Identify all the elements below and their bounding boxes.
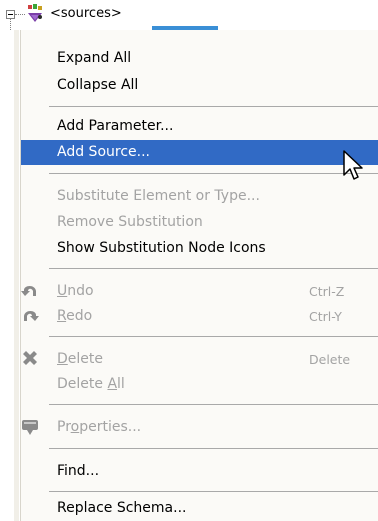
menu-item-label: Collapse All [57,77,139,93]
menu-item-label: Expand All [57,50,132,66]
menu-separator [49,336,378,337]
collapse-toggle-icon[interactable] [6,10,15,19]
properties-icon [22,420,38,435]
schema-sources-icon [28,4,42,22]
delete-x-icon [23,351,37,365]
menu-item-label: Delete All [57,376,125,392]
menu-separator [49,268,378,269]
menu-item-undo[interactable]: Undo Ctrl-Z [21,279,378,304]
context-menu: Expand All Collapse All Add Parameter...… [20,30,378,521]
menu-separator [49,404,378,405]
menu-item-properties[interactable]: Properties... [21,415,378,440]
menu-separator [49,106,378,107]
redo-arrow-icon [24,311,39,321]
menu-item-collapse-all[interactable]: Collapse All [21,73,378,98]
tree-node-sources[interactable]: <sources> [0,0,378,31]
menu-item-shortcut: Ctrl-Y [309,309,342,324]
menu-item-expand-all[interactable]: Expand All [21,46,378,71]
menu-item-show-substitution-icons[interactable]: Show Substitution Node Icons [21,236,378,261]
menu-item-substitute[interactable]: Substitute Element or Type... [21,184,378,209]
menu-item-find[interactable]: Find... [21,459,378,484]
mouse-pointer-icon [343,150,363,180]
menu-item-label: Undo [57,283,94,299]
menu-item-replace-schema[interactable]: Replace Schema... [21,496,378,521]
menu-item-label: Add Parameter... [57,118,174,134]
tree-gutter [14,30,19,521]
menu-item-label: Add Source... [57,144,150,160]
menu-item-remove-substitution[interactable]: Remove Substitution [21,210,378,235]
menu-item-label: Delete [57,351,103,367]
menu-separator [49,491,378,492]
menu-item-add-parameter[interactable]: Add Parameter... [21,114,378,139]
menu-item-label: Find... [57,463,100,479]
menu-item-shortcut: Delete [309,352,351,367]
menu-item-label: Remove Substitution [57,214,203,230]
menu-item-label: Replace Schema... [57,500,187,516]
menu-item-label: Redo [57,308,93,324]
menu-item-add-source[interactable]: Add Source... [21,140,378,165]
menu-item-label: Substitute Element or Type... [57,188,260,204]
menu-item-redo[interactable]: Redo Ctrl-Y [21,304,378,329]
undo-arrow-icon [21,286,36,296]
tree-connector [15,14,25,15]
menu-item-label: Properties... [57,419,142,435]
tree-connector-vertical [10,19,11,30]
menu-separator [49,448,378,449]
tree-node-label: <sources> [50,6,122,21]
menu-item-shortcut: Ctrl-Z [309,284,345,299]
menu-separator [49,173,378,174]
menu-item-label: Show Substitution Node Icons [57,240,266,256]
menu-item-delete-all[interactable]: Delete All [21,372,378,397]
menu-item-delete[interactable]: Delete Delete [21,347,378,372]
